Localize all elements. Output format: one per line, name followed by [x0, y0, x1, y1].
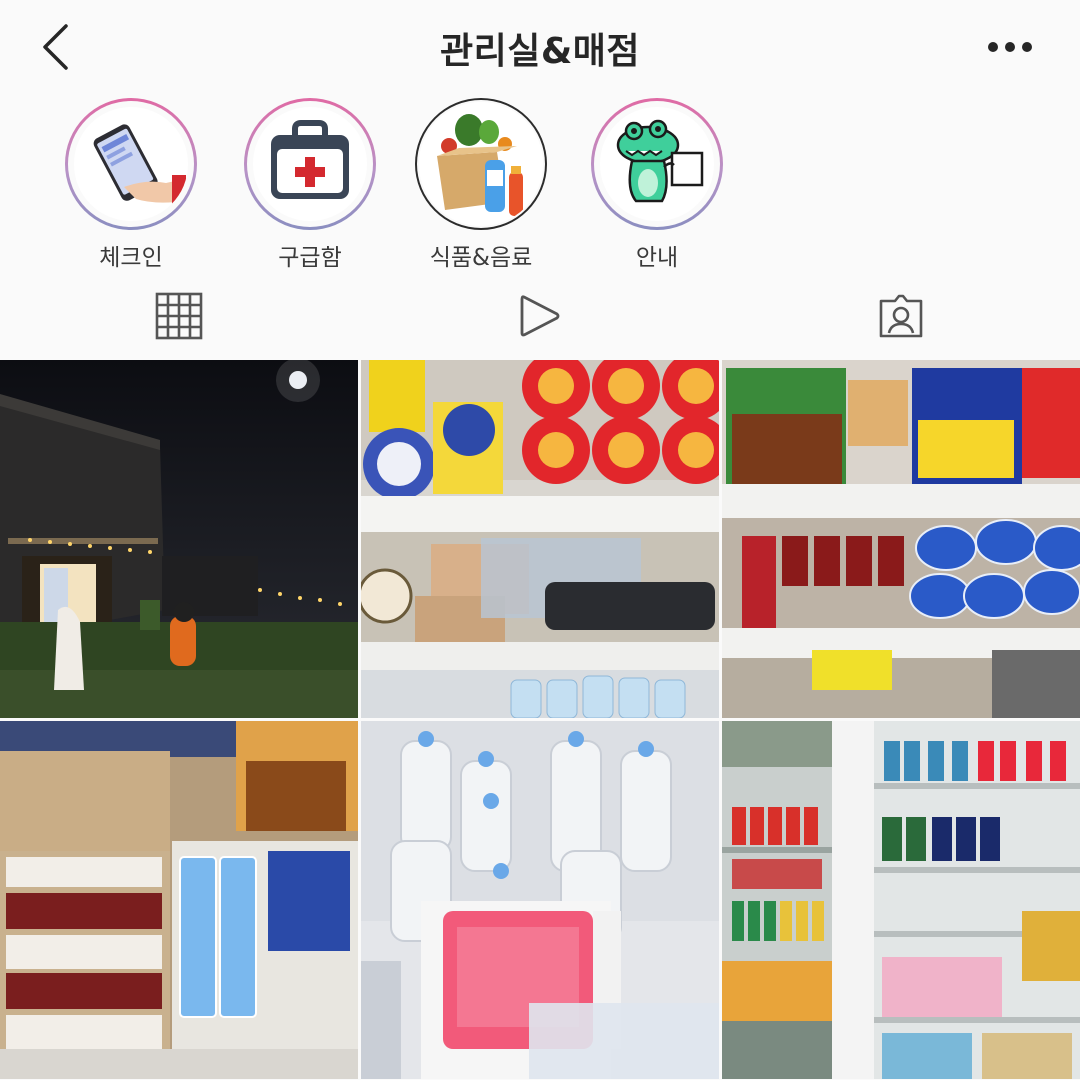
first-aid-kit-icon: [255, 109, 365, 219]
top-bar: 관리실&매점: [0, 0, 1080, 92]
post-water-freezer[interactable]: [361, 721, 719, 1079]
more-options-button[interactable]: [980, 24, 1040, 70]
highlight-checkin[interactable]: 체크인: [51, 98, 211, 272]
post-night-building[interactable]: [0, 360, 358, 718]
post-image: [722, 721, 1080, 1079]
post-image: [361, 721, 719, 1079]
highlight-ring: [244, 98, 376, 230]
grid-icon: [155, 292, 203, 340]
highlight-label: 안내: [635, 245, 679, 271]
more-horizontal-icon: [988, 42, 1032, 52]
highlight-first-aid[interactable]: 구급함: [230, 98, 390, 272]
grocery-box-icon: [419, 102, 543, 226]
highlight-ring: [591, 98, 723, 230]
post-ice-cream-freezer[interactable]: [0, 721, 358, 1079]
highlight-ring: [415, 98, 547, 230]
tab-posts-grid[interactable]: [149, 286, 209, 346]
posts-grid: [0, 360, 1080, 1080]
person-tag-icon: [879, 294, 923, 338]
post-image: [361, 360, 719, 718]
highlight-info[interactable]: 안내: [577, 98, 737, 272]
phone-in-hand-icon: [76, 109, 186, 219]
highlight-label: 식품&음료: [429, 245, 533, 271]
post-image: [0, 360, 358, 718]
story-highlights: 체크인 구급함 식품&음료 안내: [0, 98, 1080, 276]
highlight-ring: [65, 98, 197, 230]
post-image: [722, 360, 1080, 718]
post-ramen-shelf[interactable]: [361, 360, 719, 718]
highlight-label: 체크인: [99, 245, 163, 271]
post-image: [0, 721, 358, 1079]
post-noodle-gas-shelf[interactable]: [722, 360, 1080, 718]
tab-tagged[interactable]: [871, 286, 931, 346]
highlight-food-drinks[interactable]: 식품&음료: [401, 98, 561, 272]
tab-reels[interactable]: [510, 286, 570, 346]
crocodile-mascot-icon: [602, 109, 712, 219]
highlight-label: 구급함: [278, 245, 342, 271]
post-drinks-fridge[interactable]: [722, 721, 1080, 1079]
page-title: 관리실&매점: [440, 31, 640, 72]
play-icon: [520, 295, 560, 337]
profile-tab-bar: [0, 276, 1080, 360]
